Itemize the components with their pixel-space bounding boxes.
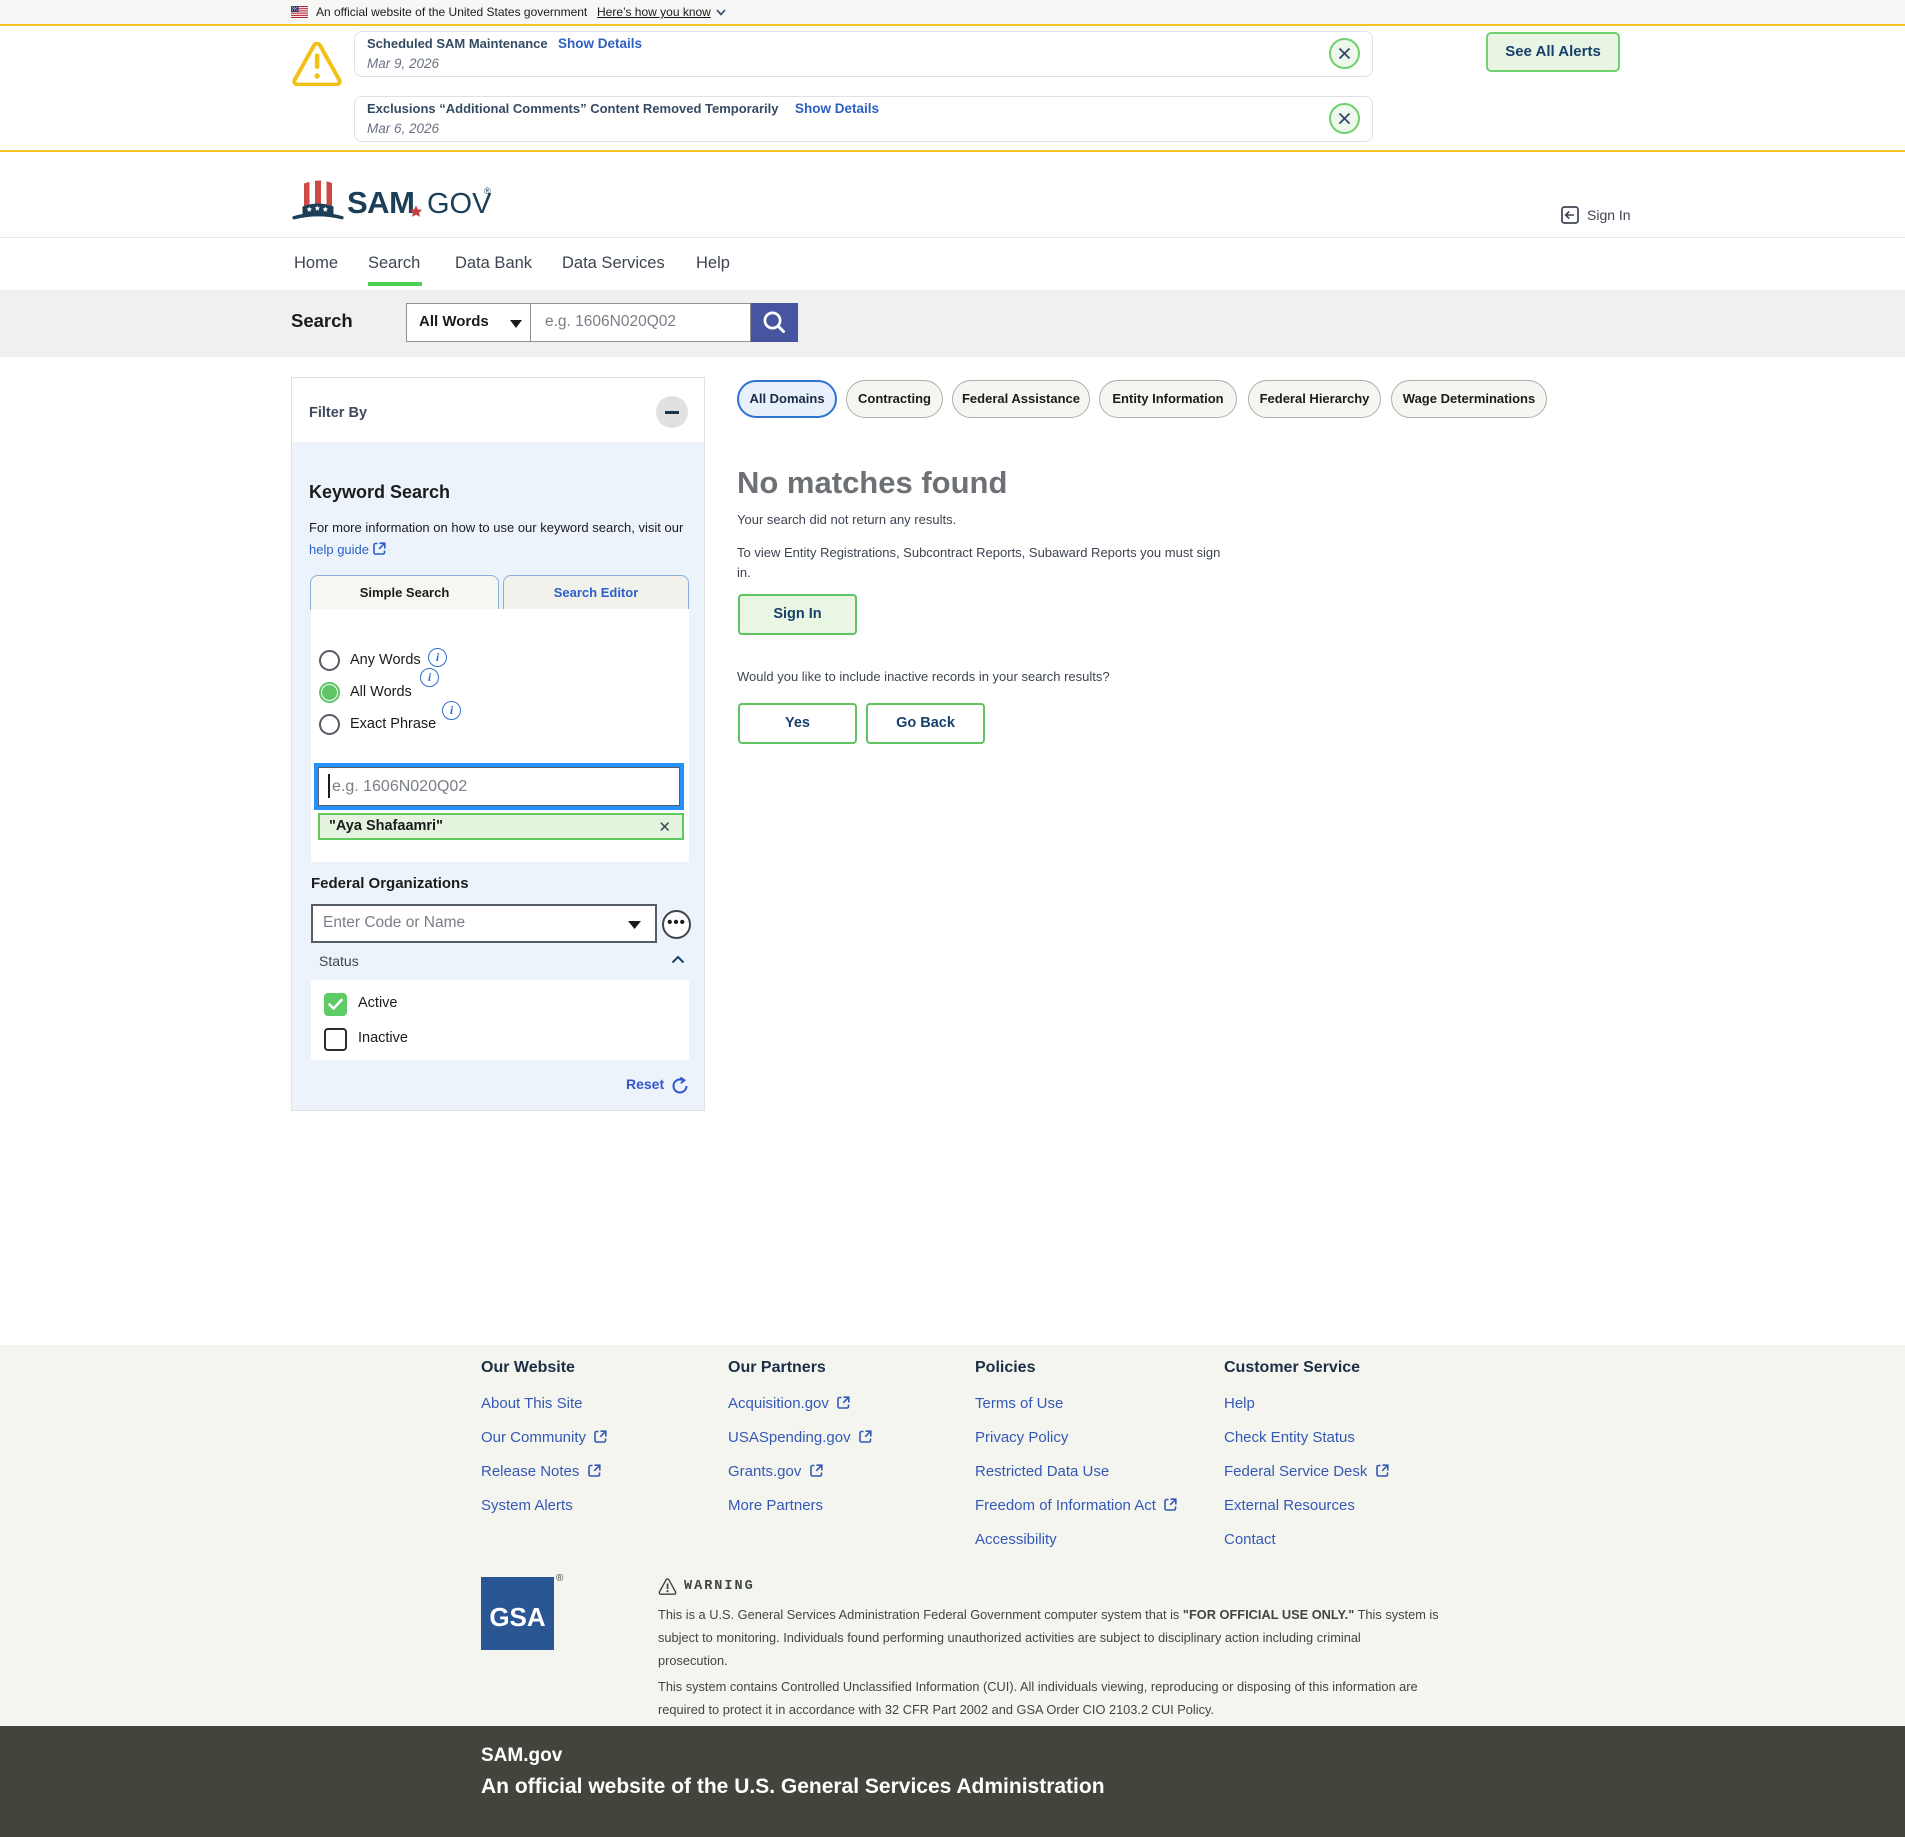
svg-text:SAM: SAM xyxy=(347,185,414,220)
svg-text:®: ® xyxy=(484,186,491,196)
svg-text:GOV: GOV xyxy=(427,188,491,220)
